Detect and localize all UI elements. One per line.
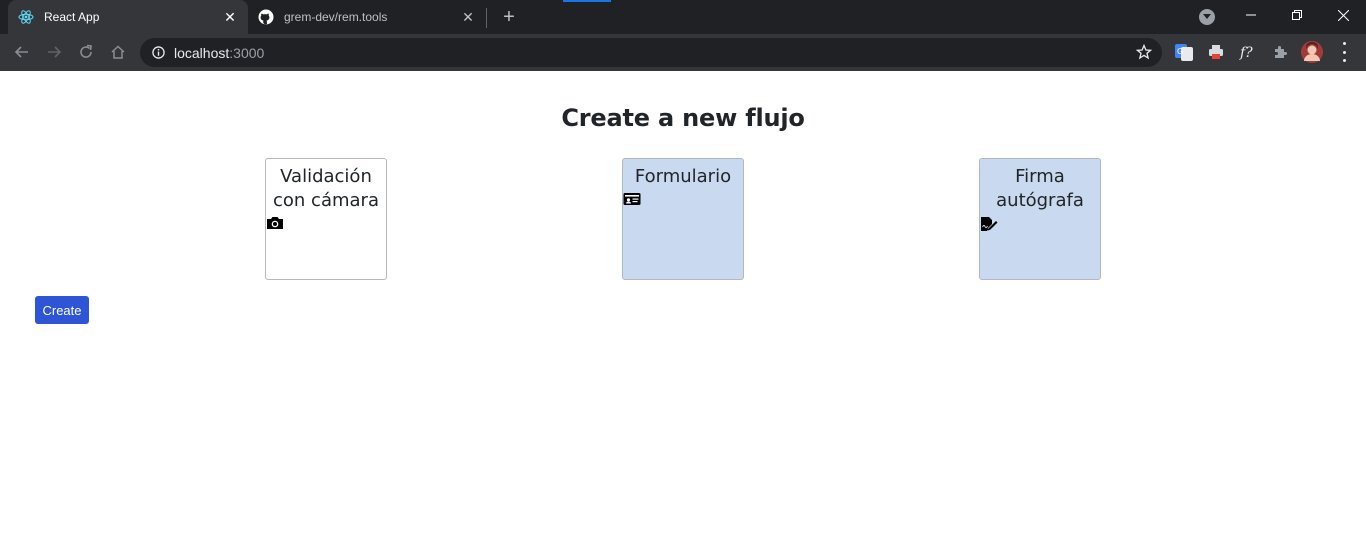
- id-card-icon: [623, 192, 641, 208]
- tab-title: React App: [44, 10, 100, 24]
- close-window-icon[interactable]: [1320, 0, 1366, 30]
- card-firma-autografa[interactable]: Firma autógrafa: [979, 158, 1101, 280]
- minimize-icon[interactable]: [1228, 0, 1274, 30]
- browser-menu-icon[interactable]: [1340, 42, 1348, 62]
- page-title: Create a new flujo: [561, 104, 805, 132]
- extensions-puzzle-icon[interactable]: [1271, 43, 1289, 61]
- card-validacion-camara[interactable]: Validación con cámara: [265, 158, 387, 280]
- back-arrow-icon[interactable]: [10, 40, 34, 64]
- bookmark-star-icon[interactable]: [1135, 43, 1153, 60]
- tab-github[interactable]: grem-dev/rem.tools ✕: [248, 0, 486, 34]
- tab-search-icon[interactable]: [1199, 9, 1215, 25]
- svg-text:G: G: [1177, 47, 1183, 56]
- signature-icon: [980, 216, 998, 232]
- site-info-icon[interactable]: [152, 46, 165, 59]
- reload-icon[interactable]: [74, 40, 98, 64]
- tab-react-app[interactable]: React App ✕: [8, 0, 248, 34]
- close-tab-icon[interactable]: ✕: [460, 9, 476, 25]
- tab-accent-line: [563, 0, 611, 2]
- tab-title: grem-dev/rem.tools: [284, 10, 388, 24]
- camera-icon: [266, 216, 284, 232]
- page-content: Create a new flujo Validación con cámara…: [0, 71, 1366, 557]
- create-button[interactable]: Create: [35, 296, 89, 324]
- tab-strip: React App ✕ grem-dev/rem.tools ✕ +: [0, 0, 1366, 34]
- restore-icon[interactable]: [1274, 0, 1320, 30]
- svg-text:ƒ?: ƒ?: [1239, 45, 1253, 61]
- card-formulario[interactable]: Formulario: [622, 158, 744, 280]
- card-label: Formulario: [634, 166, 732, 187]
- url-host: localhost: [174, 44, 230, 61]
- new-tab-button[interactable]: +: [498, 5, 520, 29]
- card-label: Firma autógrafa: [996, 166, 1084, 211]
- react-logo-icon: [18, 9, 34, 25]
- google-translate-icon[interactable]: G: [1175, 43, 1193, 61]
- print-extension-icon[interactable]: [1207, 43, 1225, 61]
- card-label: Validación con cámara: [273, 166, 379, 211]
- github-icon: [258, 9, 274, 25]
- close-tab-icon[interactable]: ✕: [222, 9, 238, 25]
- url-port: :3000: [229, 44, 265, 61]
- home-icon[interactable]: [106, 40, 130, 64]
- profile-avatar[interactable]: [1301, 41, 1323, 63]
- address-bar[interactable]: localhost:3000: [140, 38, 1162, 67]
- formula-extension-icon[interactable]: ƒ?: [1239, 43, 1257, 61]
- tab-separator: [486, 8, 487, 28]
- forward-arrow-icon[interactable]: [42, 40, 66, 64]
- browser-toolbar: localhost:3000 G ƒ?: [0, 34, 1366, 71]
